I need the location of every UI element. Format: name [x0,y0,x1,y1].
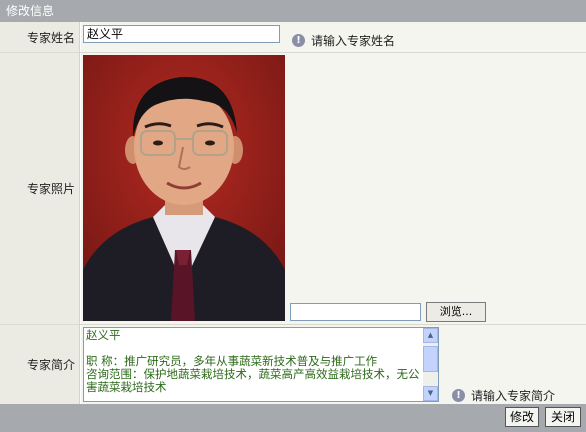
name-hint: ! 请输入专家姓名 [292,32,395,49]
window-title: 修改信息 [0,0,586,22]
intro-text: 赵义平 职 称：推广研究员，多年从事蔬菜新技术普及与推广工作 咨询范围：保护地蔬… [86,328,420,394]
modify-button[interactable]: 修改 [505,407,539,427]
intro-row: 专家简介 赵义平 职 称：推广研究员，多年从事蔬菜新技术普及与推广工作 咨询范围… [0,325,586,404]
scroll-down-icon[interactable]: ▼ [423,386,438,401]
scroll-thumb[interactable] [423,346,438,372]
photo-label: 专家照片 [0,53,80,324]
photo-file-input[interactable] [290,303,421,321]
photo-row: 专家照片 浏览... [0,53,586,324]
intro-hint: ! 请输入专家简介 [452,387,555,404]
intro-textarea[interactable]: 赵义平 职 称：推广研究员，多年从事蔬菜新技术普及与推广工作 咨询范围：保护地蔬… [83,327,439,402]
browse-button[interactable]: 浏览... [426,302,486,322]
footer-bar: 修改 关闭 [0,404,586,432]
name-input[interactable]: 赵义平 [83,25,280,43]
info-icon: ! [292,34,305,47]
intro-label: 专家简介 [0,325,80,404]
close-button[interactable]: 关闭 [545,407,581,427]
expert-photo [83,55,285,321]
name-label: 专家姓名 [0,22,80,52]
scroll-up-icon[interactable]: ▲ [423,328,438,343]
intro-scrollbar[interactable]: ▲ ▼ [423,328,438,401]
info-icon: ! [452,389,465,402]
name-row: 专家姓名 赵义平 ! 请输入专家姓名 [0,22,586,52]
